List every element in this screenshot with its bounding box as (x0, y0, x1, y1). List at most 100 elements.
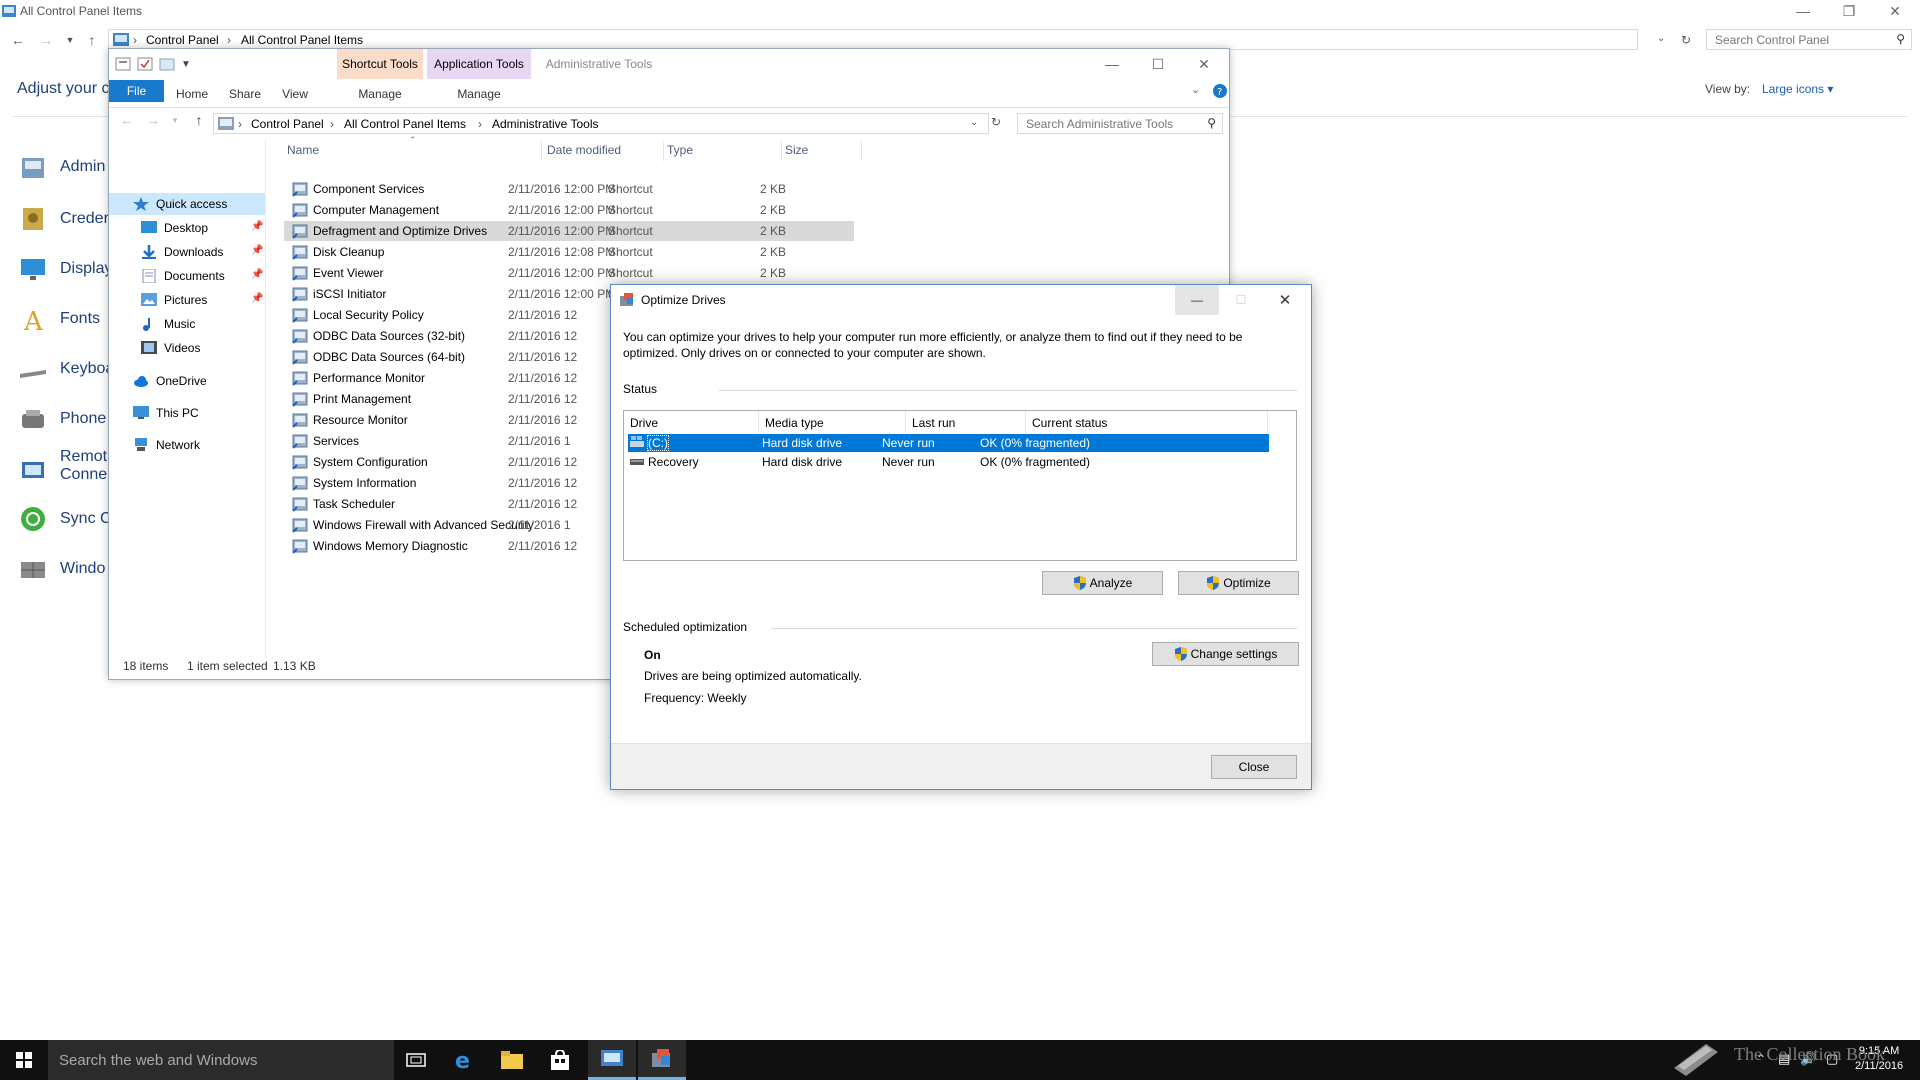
address-bar[interactable]: › Control Panel › All Control Panel Item… (108, 29, 1691, 50)
search-input[interactable]: Search Administrative Tools ⚲ (1017, 113, 1223, 134)
breadcrumb-item[interactable]: Control Panel (251, 117, 324, 131)
edge-browser-button[interactable]: e (440, 1040, 488, 1080)
column-header-media-type[interactable]: Media type (759, 411, 906, 433)
pin-icon[interactable]: 📌 (251, 269, 263, 280)
file-row[interactable]: Computer Management 2/11/2016 12:00 PM Sho… (284, 200, 854, 220)
nav-item-this-pc[interactable]: This PC (133, 403, 199, 423)
column-header-last-run[interactable]: Last run (906, 411, 1026, 433)
tab-home[interactable]: Home (167, 83, 217, 105)
cp-item-fonts[interactable]: A Fonts (18, 302, 100, 336)
file-row[interactable]: Defragment and Optimize Drives 2/11/2016 … (284, 221, 854, 241)
pin-icon[interactable]: 📌 (251, 221, 263, 232)
nav-item-network[interactable]: Network (133, 435, 200, 455)
cp-item-windows-firewall[interactable]: Windo (18, 552, 105, 586)
minimize-button[interactable]: — (1175, 285, 1219, 315)
file-row[interactable]: Event Viewer 2/11/2016 12:00 PM Shortcut 2 … (284, 263, 854, 283)
cp-item-display[interactable]: Display (18, 252, 112, 286)
chevron-down-icon[interactable]: ⌄ (970, 117, 978, 128)
back-arrow-icon[interactable]: ← (8, 28, 28, 52)
tab-view[interactable]: View (271, 83, 319, 105)
drives-table[interactable]: Drive Media type Last run Current status… (623, 410, 1297, 561)
breadcrumb-item[interactable]: All Control Panel Items (344, 117, 466, 131)
nav-item-downloads[interactable]: Downloads (141, 242, 223, 262)
view-by-dropdown[interactable]: Large icons ▾ (1762, 82, 1833, 96)
search-input[interactable]: Search Control Panel ⚲ (1706, 29, 1912, 50)
cp-item-credential-manager[interactable]: Creder (18, 202, 109, 236)
pin-icon[interactable]: 📌 (251, 293, 263, 304)
nav-item-pictures[interactable]: Pictures (141, 290, 207, 310)
task-view-button[interactable] (392, 1040, 440, 1080)
tab-file[interactable]: File (109, 80, 164, 102)
breadcrumb-item[interactable]: Administrative Tools (492, 117, 599, 131)
drive-row[interactable]: Recovery Hard disk drive Never run OK (0… (628, 453, 1269, 471)
restore-button[interactable]: ❐ (1826, 0, 1872, 22)
minimize-button[interactable]: — (1089, 53, 1135, 75)
file-explorer-button[interactable] (488, 1040, 536, 1080)
breadcrumb-item[interactable]: All Control Panel Items (241, 33, 363, 47)
recent-dropdown-icon[interactable]: ▼ (165, 108, 185, 132)
phone-icon (22, 410, 44, 428)
maximize-button[interactable]: ☐ (1219, 285, 1263, 315)
page-heading: Adjust your c (17, 80, 110, 97)
tab-manage-shortcut[interactable]: Manage (337, 83, 423, 105)
windows-logo-icon (16, 1052, 32, 1068)
up-arrow-icon[interactable]: ↑ (82, 28, 102, 52)
tab-share[interactable]: Share (221, 83, 269, 105)
column-header-current-status[interactable]: Current status (1026, 411, 1268, 433)
properties-icon[interactable] (115, 57, 131, 71)
nav-item-desktop[interactable]: Desktop (141, 218, 208, 238)
minimize-button[interactable]: — (1780, 0, 1826, 22)
drive-row-selected[interactable]: (C:) Hard disk drive Never run OK (0% fr… (628, 434, 1269, 452)
store-button[interactable] (536, 1040, 584, 1080)
recent-dropdown-icon[interactable]: ▼ (60, 28, 80, 52)
close-button[interactable]: ✕ (1872, 0, 1918, 22)
breadcrumb-item[interactable]: Control Panel (146, 33, 219, 47)
tab-application-tools[interactable]: Application Tools (427, 49, 531, 79)
customize-qat-icon[interactable]: ▼ (181, 59, 191, 70)
column-header-size[interactable]: Size (785, 143, 808, 157)
optimize-button[interactable]: Optimize (1178, 571, 1299, 595)
help-icon[interactable]: ? (1213, 84, 1227, 98)
tab-shortcut-tools[interactable]: Shortcut Tools (337, 49, 423, 79)
nav-item-music[interactable]: Music (141, 314, 195, 334)
forward-arrow-icon[interactable]: → (36, 28, 56, 52)
column-header-date[interactable]: Date modified (547, 143, 621, 157)
chevron-down-icon[interactable]: ⌄ (1657, 33, 1665, 44)
column-header-type[interactable]: Type (667, 143, 693, 157)
cp-item-phone-modem[interactable]: Phone (18, 402, 106, 436)
back-arrow-icon[interactable]: ← (117, 108, 137, 132)
up-arrow-icon[interactable]: ↑ (189, 108, 209, 132)
refresh-icon[interactable]: ↻ (1681, 33, 1691, 47)
column-header-drive[interactable]: Drive (624, 411, 759, 433)
tab-manage-application[interactable]: Manage (427, 83, 531, 105)
close-button[interactable]: ✕ (1181, 53, 1227, 75)
nav-item-documents[interactable]: Documents (141, 266, 225, 286)
cp-item-remoteapp[interactable]: Remot Conne (18, 448, 107, 492)
maximize-button[interactable]: ☐ (1135, 53, 1181, 75)
nav-item-videos[interactable]: Videos (141, 338, 200, 358)
optimize-drives-taskbar-button[interactable] (638, 1040, 686, 1080)
cp-item-administrative-tools[interactable]: Admin (18, 150, 105, 184)
close-dialog-button[interactable]: Close (1211, 755, 1297, 779)
change-settings-button[interactable]: Change settings (1152, 642, 1299, 666)
refresh-icon[interactable]: ↻ (991, 115, 1001, 129)
control-panel-taskbar-button[interactable] (588, 1040, 636, 1080)
column-header-name[interactable]: Name (287, 143, 487, 163)
credential-icon (23, 208, 43, 230)
file-row[interactable]: Component Services 2/11/2016 12:00 PM Shor… (284, 179, 854, 199)
forward-arrow-icon[interactable]: → (143, 108, 163, 132)
start-button[interactable] (0, 1040, 48, 1080)
analyze-button[interactable]: Analyze (1042, 571, 1163, 595)
expand-ribbon-icon[interactable]: ⌄ (1191, 83, 1200, 96)
cp-item-keyboard[interactable]: Keyboa (18, 352, 114, 386)
nav-item-onedrive[interactable]: OneDrive (133, 371, 207, 391)
file-row[interactable]: Disk Cleanup 2/11/2016 12:08 PM Shortcut 2 … (284, 242, 854, 262)
checkmark-icon[interactable] (137, 57, 153, 71)
cp-item-sync-center[interactable]: Sync C (18, 502, 112, 536)
new-folder-icon[interactable] (159, 57, 175, 71)
nav-item-quick-access[interactable]: Quick access (109, 193, 265, 215)
pin-icon[interactable]: 📌 (251, 245, 263, 256)
close-button[interactable]: ✕ (1263, 285, 1307, 315)
address-bar[interactable]: › Control Panel › All Control Panel Item… (213, 113, 989, 134)
taskbar-search-input[interactable]: Search the web and Windows (48, 1040, 394, 1080)
